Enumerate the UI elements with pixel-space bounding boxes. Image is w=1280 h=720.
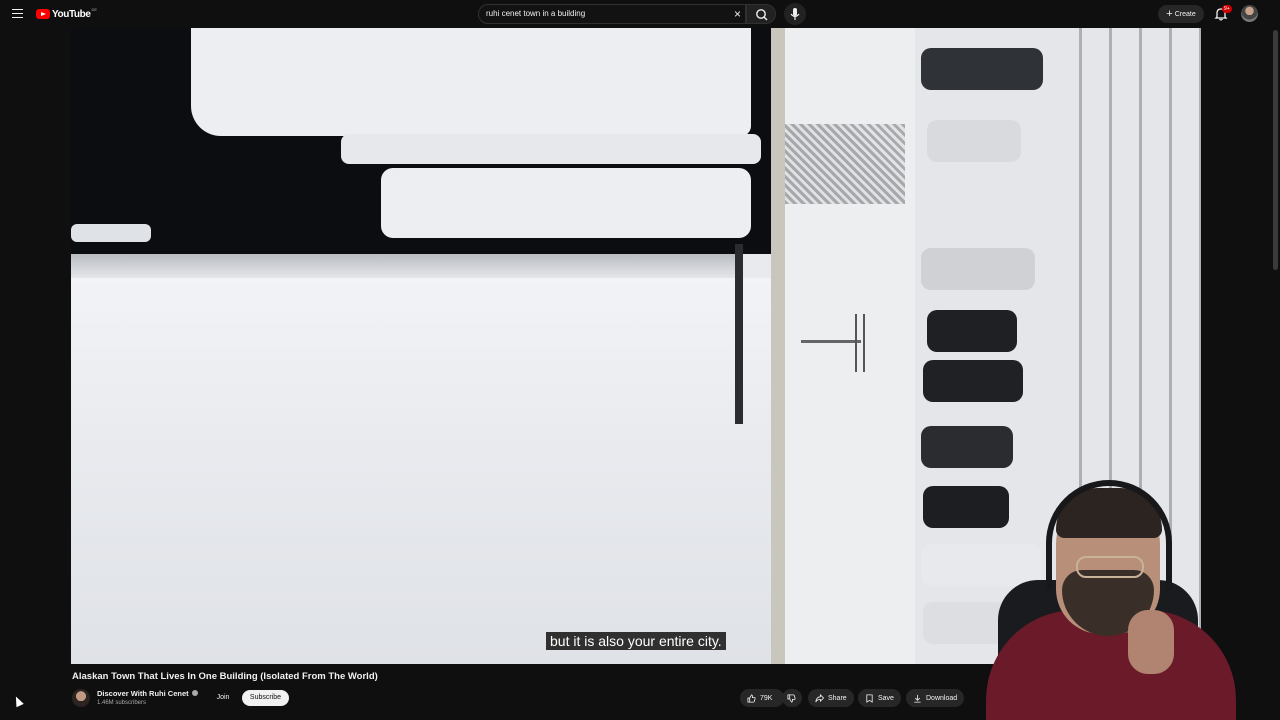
video-frame-snow	[71, 278, 771, 664]
webcam-overlay	[958, 470, 1238, 720]
video-frame-detail	[771, 28, 785, 664]
webcam-detail	[1076, 556, 1144, 578]
share-label: Share	[828, 694, 847, 702]
save-icon	[866, 693, 873, 703]
save-button[interactable]: Save	[858, 689, 901, 707]
channel-avatar[interactable]	[72, 689, 90, 707]
page-scrollbar[interactable]	[1273, 30, 1278, 270]
like-icon	[747, 693, 756, 703]
search-query-text[interactable]: ruhi cenet town in a building	[486, 9, 585, 18]
video-frame-detail	[863, 314, 865, 372]
download-label: Download	[926, 694, 958, 702]
video-frame-detail	[71, 224, 151, 242]
mouse-cursor	[12, 694, 24, 708]
avatar[interactable]	[1241, 5, 1258, 22]
closed-captions: but it is also your entire city.	[546, 632, 726, 650]
voice-search-button[interactable]	[784, 3, 806, 25]
plus-icon: +	[1166, 8, 1173, 20]
dislike-icon	[787, 693, 796, 703]
video-frame-car	[921, 48, 1043, 90]
youtube-logo-icon	[36, 9, 50, 19]
create-label: Create	[1174, 10, 1196, 18]
video-frame-detail	[801, 340, 861, 343]
close-icon[interactable]: ×	[734, 7, 741, 21]
top-bar: YouTube DE ruhi cenet town in a building…	[0, 0, 1280, 28]
download-button[interactable]: Download	[906, 689, 965, 707]
video-frame-detail	[785, 124, 905, 204]
video-frame-car	[927, 310, 1017, 352]
youtube-logo[interactable]: YouTube DE	[36, 7, 97, 21]
dislike-button[interactable]	[782, 689, 802, 707]
video-frame-detail	[735, 244, 743, 424]
download-icon	[914, 694, 921, 703]
channel-name[interactable]: Discover With Ruhi Cenet	[97, 689, 198, 698]
logo-country-code: DE	[91, 6, 98, 12]
join-button[interactable]: Join	[209, 690, 237, 706]
video-frame-car	[921, 426, 1013, 468]
video-frame-detail	[71, 254, 739, 278]
search-icon	[756, 9, 768, 21]
logo-text: YouTube	[52, 8, 91, 20]
like-button[interactable]: 79K	[740, 689, 784, 707]
notification-badge: 9+	[1222, 5, 1232, 13]
video-frame-detail	[855, 314, 857, 372]
video-frame-car	[923, 360, 1023, 402]
video-frame-detail	[191, 28, 751, 136]
menu-icon[interactable]	[10, 6, 26, 22]
like-count: 79K	[760, 694, 773, 702]
video-frame-car	[921, 248, 1035, 290]
create-button[interactable]: + Create	[1158, 5, 1204, 23]
video-frame-car	[927, 120, 1021, 162]
share-button[interactable]: Share	[808, 689, 854, 707]
verified-icon	[191, 690, 198, 696]
channel-name-text[interactable]: Discover With Ruhi Cenet	[97, 689, 189, 698]
webcam-detail	[1128, 610, 1174, 674]
save-label: Save	[878, 694, 894, 702]
video-frame-detail	[381, 168, 751, 238]
subscriber-count: 1.46M subscribers	[97, 700, 147, 706]
video-title: Alaskan Town That Lives In One Building …	[72, 671, 378, 682]
search-button[interactable]	[746, 4, 776, 24]
subscribe-button[interactable]: Subscribe	[242, 690, 289, 706]
share-icon	[815, 693, 824, 702]
search-input[interactable]: ruhi cenet town in a building ×	[478, 4, 746, 24]
video-frame-detail	[341, 134, 761, 164]
mic-icon	[790, 8, 800, 20]
